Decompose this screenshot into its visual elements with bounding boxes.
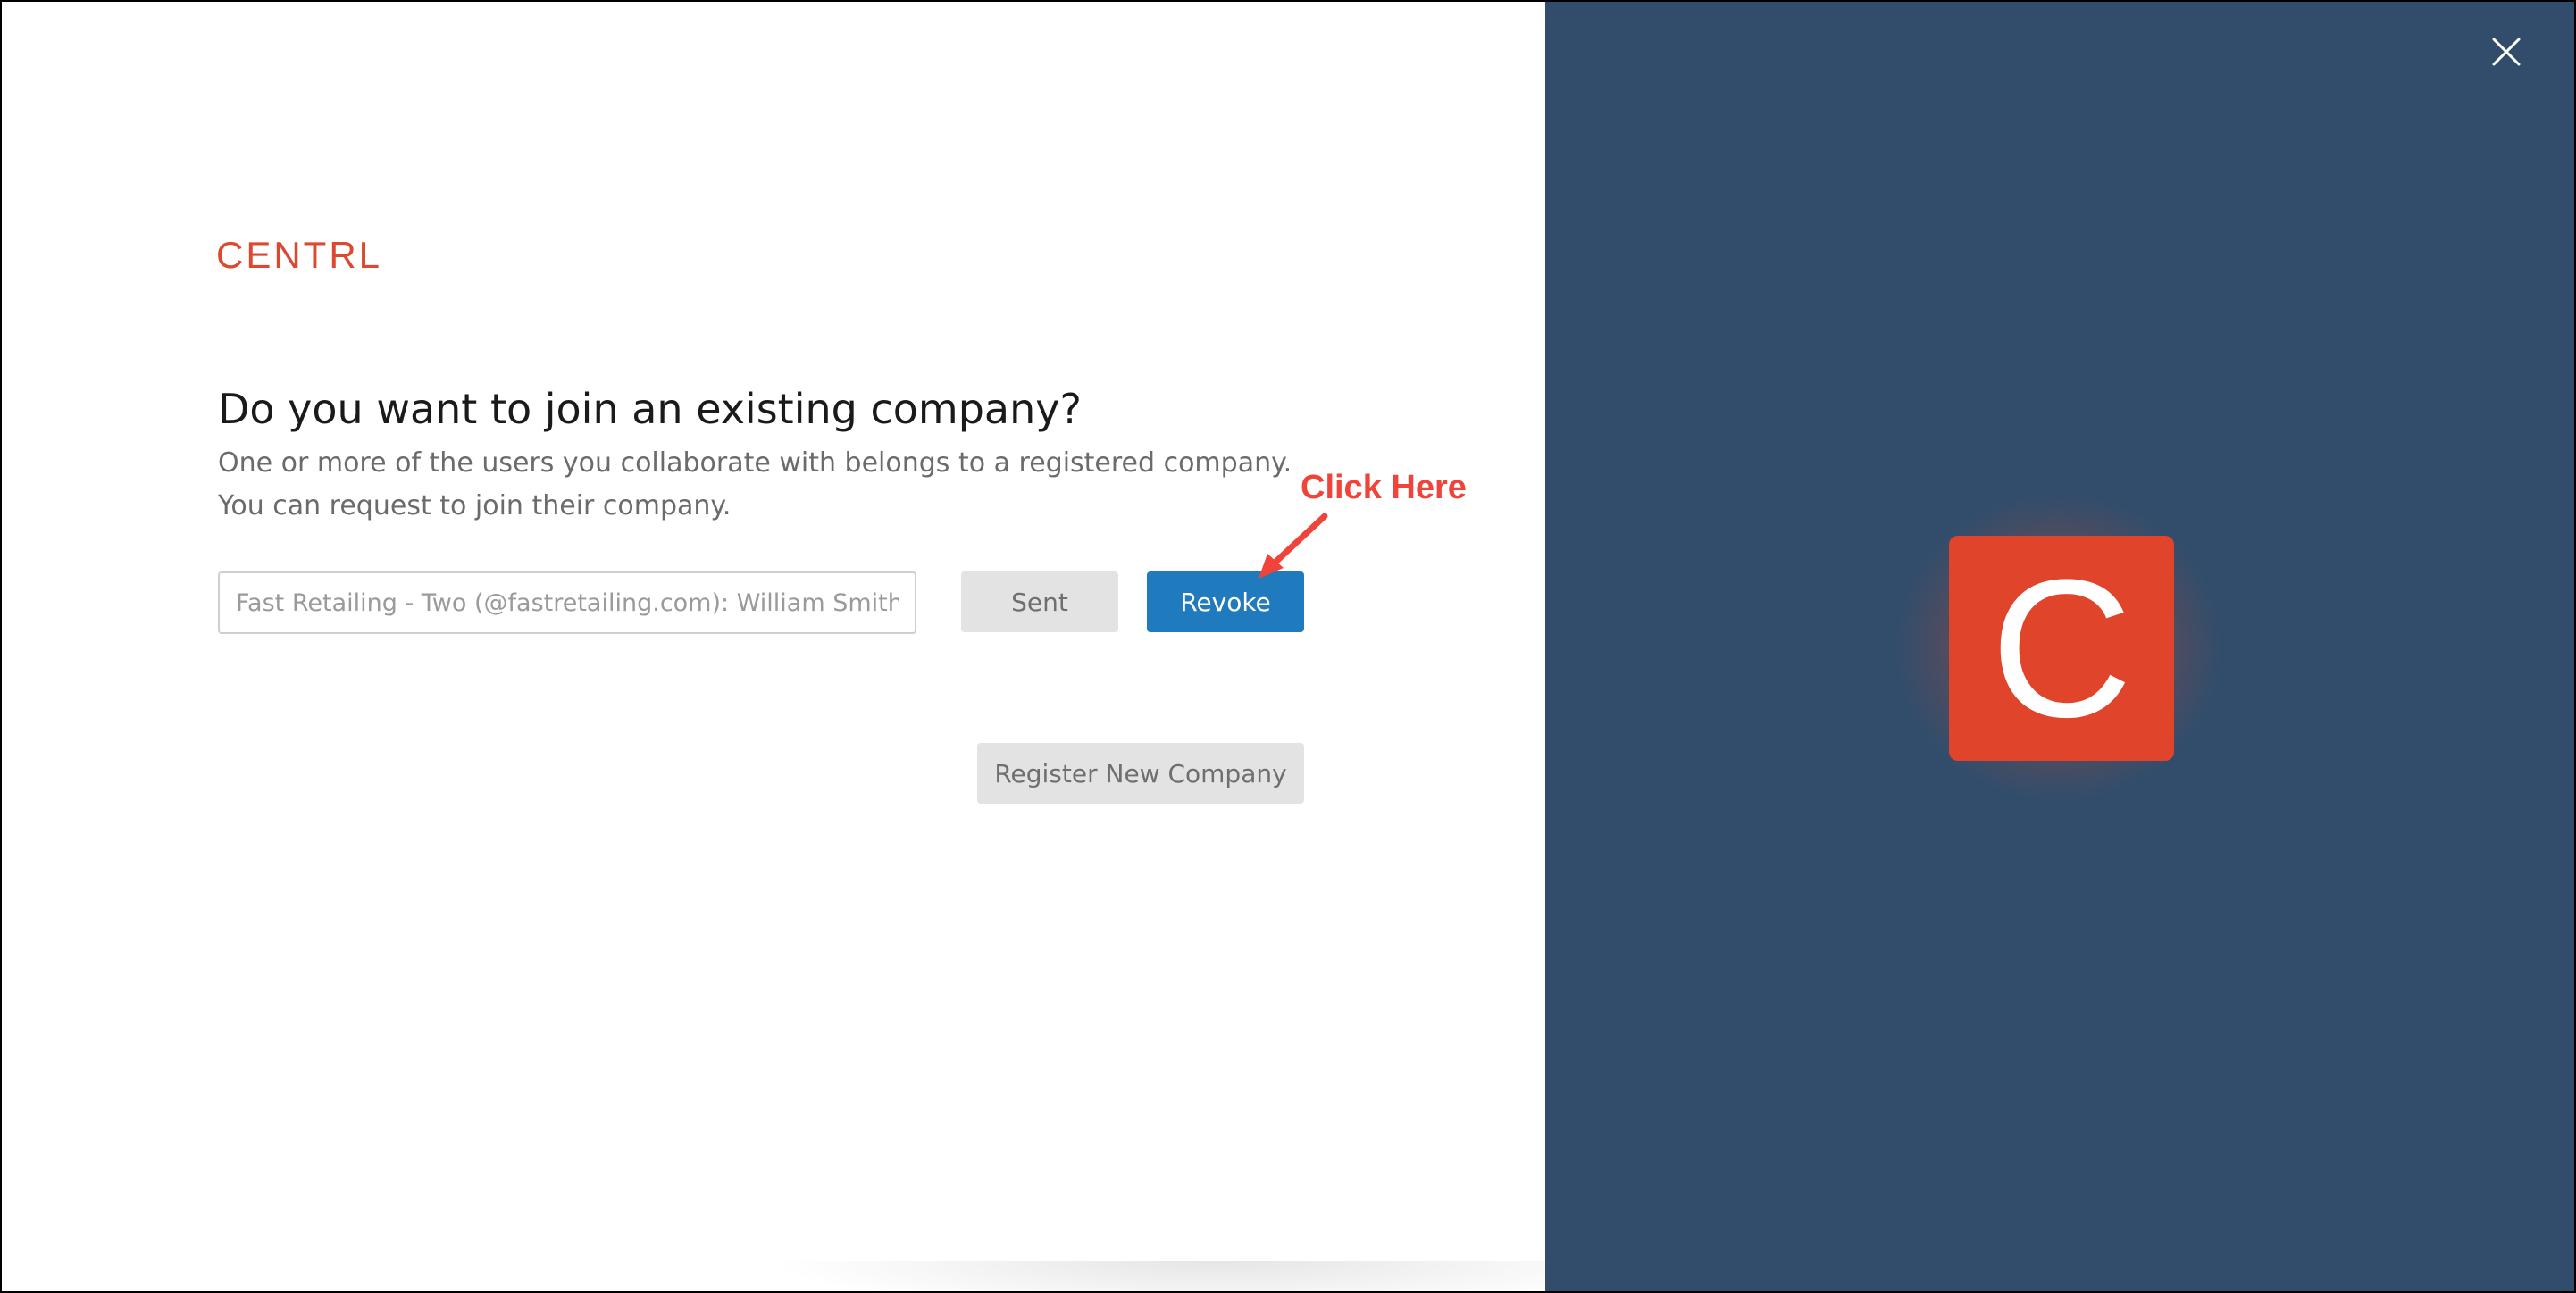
app-icon-letter: C bbox=[1990, 538, 2133, 758]
description-line-2: You can request to join their company. bbox=[218, 490, 732, 521]
register-new-company-button[interactable]: Register New Company bbox=[977, 743, 1304, 804]
centrl-logo: CENTRL bbox=[216, 234, 383, 276]
company-field[interactable] bbox=[218, 571, 916, 634]
bottom-shadow bbox=[770, 1261, 1663, 1291]
dialog-window: CENTRL Do you want to join an existing c… bbox=[0, 0, 2576, 1293]
join-company-pane: CENTRL Do you want to join an existing c… bbox=[2, 2, 1663, 1291]
close-icon bbox=[2492, 38, 2521, 66]
annotation-arrow-icon bbox=[1259, 513, 1328, 579]
close-button[interactable] bbox=[2487, 32, 2526, 71]
sent-button[interactable]: Sent bbox=[961, 571, 1118, 632]
page-title: Do you want to join an existing company? bbox=[218, 385, 1082, 433]
click-here-annotation: Click Here bbox=[1301, 469, 1467, 506]
centrl-app-icon: C bbox=[1949, 536, 2174, 761]
description-line-1: One or more of the users you collaborate… bbox=[218, 447, 1292, 479]
